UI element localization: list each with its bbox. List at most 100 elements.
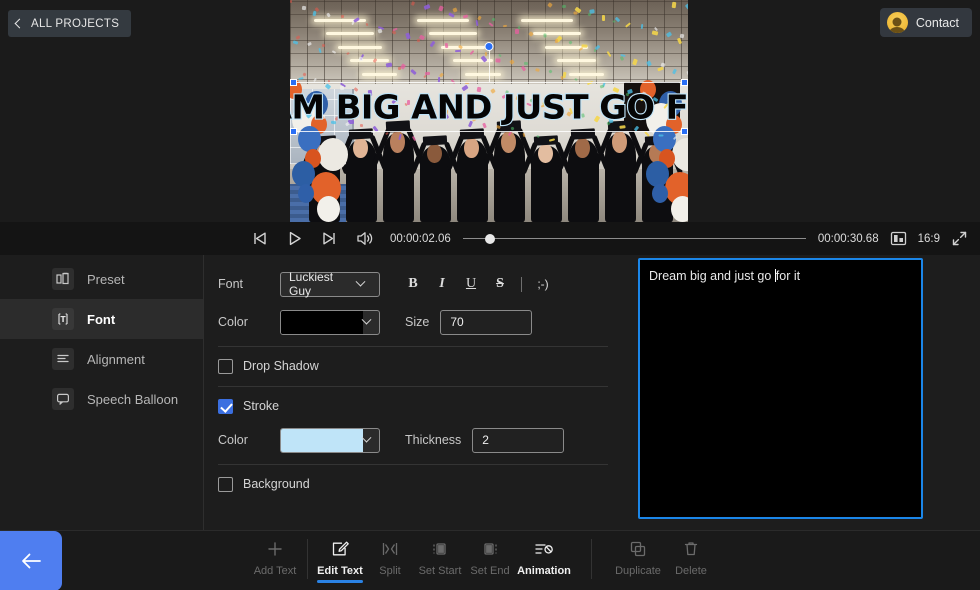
font-size-value: 70 [450, 315, 464, 329]
italic-button[interactable]: I [429, 272, 455, 296]
drop-shadow-label: Drop Shadow [243, 359, 319, 373]
preset-icon [52, 268, 74, 290]
duplicate-icon [629, 539, 647, 559]
scrubber-knob[interactable] [485, 233, 496, 244]
stroke-checkbox[interactable] [218, 398, 233, 414]
stroke-color-row: Color Thickness 2 [218, 421, 608, 459]
stroke-row[interactable]: Stroke [218, 391, 608, 421]
sidebar-item-font[interactable]: T Font [0, 299, 203, 339]
tool-label: Add Text [253, 565, 297, 577]
tool-split[interactable]: Split [365, 531, 415, 590]
emoji-button[interactable]: ;-) [530, 272, 556, 296]
thickness-input[interactable]: 2 [472, 427, 565, 453]
tool-label: Delete [675, 565, 707, 577]
tool-add-text[interactable]: Add Text [250, 531, 300, 590]
selection-line-top [293, 82, 685, 83]
video-editor-app: ALL PROJECTS Contact M BIG AND JUST GO F… [0, 0, 980, 590]
resize-handle-top-right[interactable] [681, 79, 688, 86]
skip-previous-icon[interactable] [250, 229, 269, 248]
divider [218, 464, 608, 465]
drop-shadow-checkbox[interactable] [218, 358, 233, 374]
background-row[interactable]: Background [218, 469, 608, 499]
timeline-scrubber[interactable] [462, 232, 806, 246]
bottom-toolbar: Add Text Edit Text Split Set Start Set E… [0, 530, 980, 590]
preview-text-selection-box[interactable]: Dream big and just go for it [290, 42, 688, 135]
svg-text:T: T [60, 315, 66, 324]
edit-pencil-icon [331, 539, 349, 559]
sidebar-item-label: Font [87, 311, 116, 327]
tool-label: Split [379, 565, 401, 577]
thickness-value: 2 [482, 433, 489, 447]
divider [218, 386, 608, 387]
font-label: Font [218, 277, 244, 291]
textarea-text-before-caret: Dream big and just go [649, 269, 775, 283]
strikethrough-button[interactable]: S [487, 272, 513, 296]
format-separator [521, 276, 522, 292]
playback-controls [250, 229, 374, 248]
font-family-select[interactable]: Luckiest Guy [280, 270, 380, 298]
tool-edit-text[interactable]: Edit Text [315, 531, 365, 590]
stroke-color-swatch [281, 428, 363, 452]
active-tool-underline [317, 580, 363, 583]
font-color-select[interactable] [280, 309, 380, 335]
total-time: 00:00:30.68 [817, 232, 879, 245]
thickness-label: Thickness [405, 433, 462, 447]
tool-set-start[interactable]: Set Start [415, 531, 465, 590]
sidebar-item-label: Speech Balloon [87, 391, 179, 407]
all-projects-button[interactable]: ALL PROJECTS [8, 10, 132, 37]
text-format-buttons: B I U S ;-) [400, 272, 556, 296]
preview-overlay-text: Dream big and just go for it [290, 86, 688, 127]
font-size-input[interactable]: 70 [440, 309, 533, 335]
stroke-label: Stroke [243, 399, 280, 413]
tool-separator [591, 539, 592, 579]
sidebar-item-alignment[interactable]: Alignment [0, 339, 203, 379]
aspect-ratio-label: 16:9 [917, 232, 940, 245]
tool-label: Animation [517, 565, 571, 577]
rotate-handle[interactable] [484, 42, 494, 51]
resize-handle-top-left[interactable] [290, 79, 297, 86]
transport-bar: 00:00:02.06 00:00:30.68 16:9 [0, 222, 980, 255]
animation-icon [534, 539, 554, 559]
rotate-handle-line [489, 50, 490, 82]
tool-set-end[interactable]: Set End [465, 531, 515, 590]
tool-animation[interactable]: Animation [515, 531, 573, 590]
textarea-content: Dream big and just go for it [649, 268, 912, 285]
contact-button[interactable]: Contact [879, 8, 972, 37]
fullscreen-icon[interactable] [951, 230, 968, 247]
tool-duplicate[interactable]: Duplicate [610, 531, 666, 590]
tool-label: Edit Text [317, 565, 363, 577]
tool-label: Set Start [418, 565, 462, 577]
font-color-swatch [281, 310, 363, 334]
plus-icon [266, 539, 284, 559]
resize-handle-bottom-right[interactable] [681, 128, 688, 135]
color-label: Color [218, 315, 248, 329]
sidebar-item-preset[interactable]: Preset [0, 259, 203, 299]
font-family-value: Luckiest Guy [289, 270, 334, 298]
drop-shadow-row[interactable]: Drop Shadow [218, 351, 608, 381]
sidebar-item-label: Preset [87, 271, 125, 287]
resize-handle-bottom-left[interactable] [290, 128, 297, 135]
aspect-ratio-icon[interactable] [890, 230, 907, 247]
all-projects-label: ALL PROJECTS [31, 17, 120, 30]
contact-label: Contact [915, 15, 959, 30]
top-bar: ALL PROJECTS Contact M BIG AND JUST GO F [0, 0, 980, 222]
bold-button[interactable]: B [400, 272, 426, 296]
background-checkbox[interactable] [218, 476, 233, 492]
trash-icon [682, 539, 700, 559]
tool-delete[interactable]: Delete [666, 531, 716, 590]
background-label: Background [243, 477, 310, 491]
skip-next-icon[interactable] [320, 229, 339, 248]
sidebar-item-speech-balloon[interactable]: Speech Balloon [0, 379, 203, 419]
chevron-left-icon [14, 18, 25, 29]
volume-icon[interactable] [355, 229, 374, 248]
arrow-left-icon [22, 553, 41, 569]
text-editor-textarea[interactable]: Dream big and just go for it [638, 258, 923, 519]
scrubber-track[interactable] [462, 237, 806, 240]
alignment-icon [52, 348, 74, 370]
back-button[interactable] [0, 531, 62, 590]
play-icon[interactable] [285, 229, 304, 248]
current-time: 00:00:02.06 [390, 232, 451, 245]
stroke-color-select[interactable] [280, 427, 380, 453]
video-preview[interactable]: Dream big and just go for it [290, 0, 688, 222]
underline-button[interactable]: U [458, 272, 484, 296]
